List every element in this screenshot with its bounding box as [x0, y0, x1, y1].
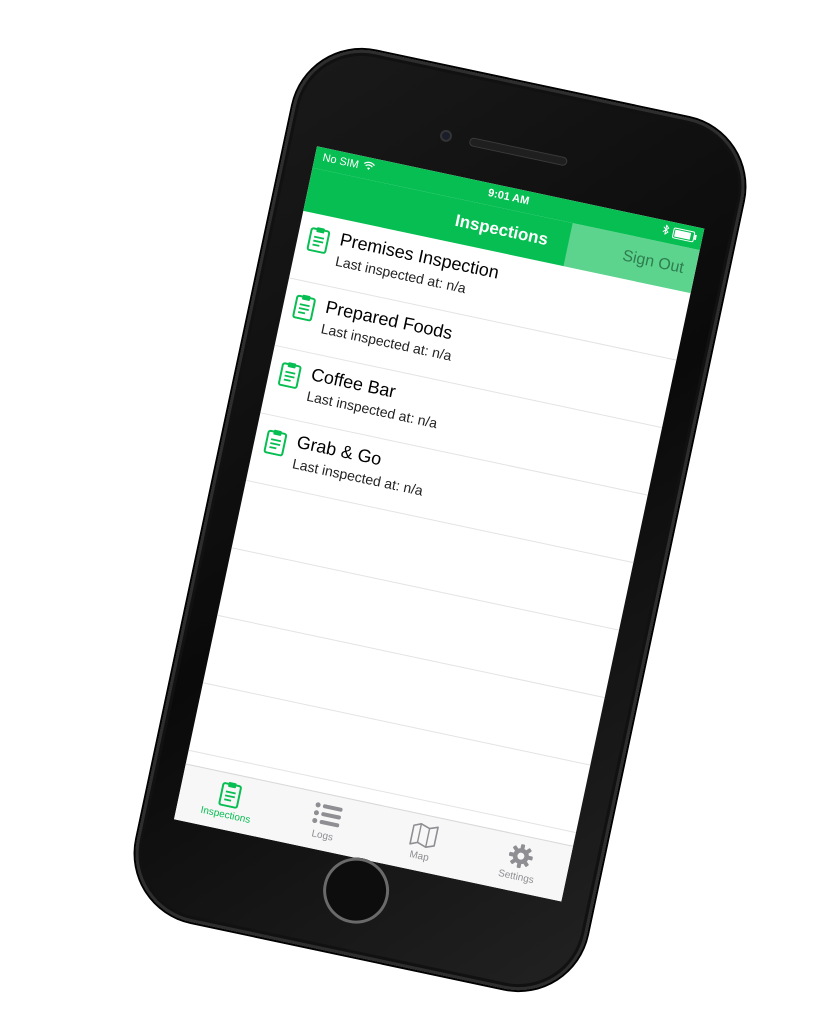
inspection-list: Premises Inspection Last inspected at: n… — [188, 210, 691, 834]
clipboard-icon — [275, 360, 303, 395]
front-camera — [438, 128, 454, 143]
clipboard-icon — [261, 427, 289, 462]
earpiece-speaker — [468, 136, 569, 167]
clipboard-icon — [304, 225, 332, 260]
tab-logs[interactable]: Logs — [271, 785, 379, 860]
tab-settings[interactable]: Settings — [464, 826, 572, 901]
app-screen: No SIM 9:01 AM Inspections Sign Out Prem… — [173, 146, 705, 902]
battery-icon — [671, 227, 696, 243]
tab-inspections[interactable]: Inspections — [174, 764, 282, 839]
phone-device: No SIM 9:01 AM Inspections Sign Out Prem… — [122, 36, 758, 1004]
clipboard-icon — [290, 292, 318, 327]
status-right — [661, 223, 696, 244]
bluetooth-icon — [661, 223, 671, 238]
tab-map[interactable]: Map — [368, 806, 476, 881]
